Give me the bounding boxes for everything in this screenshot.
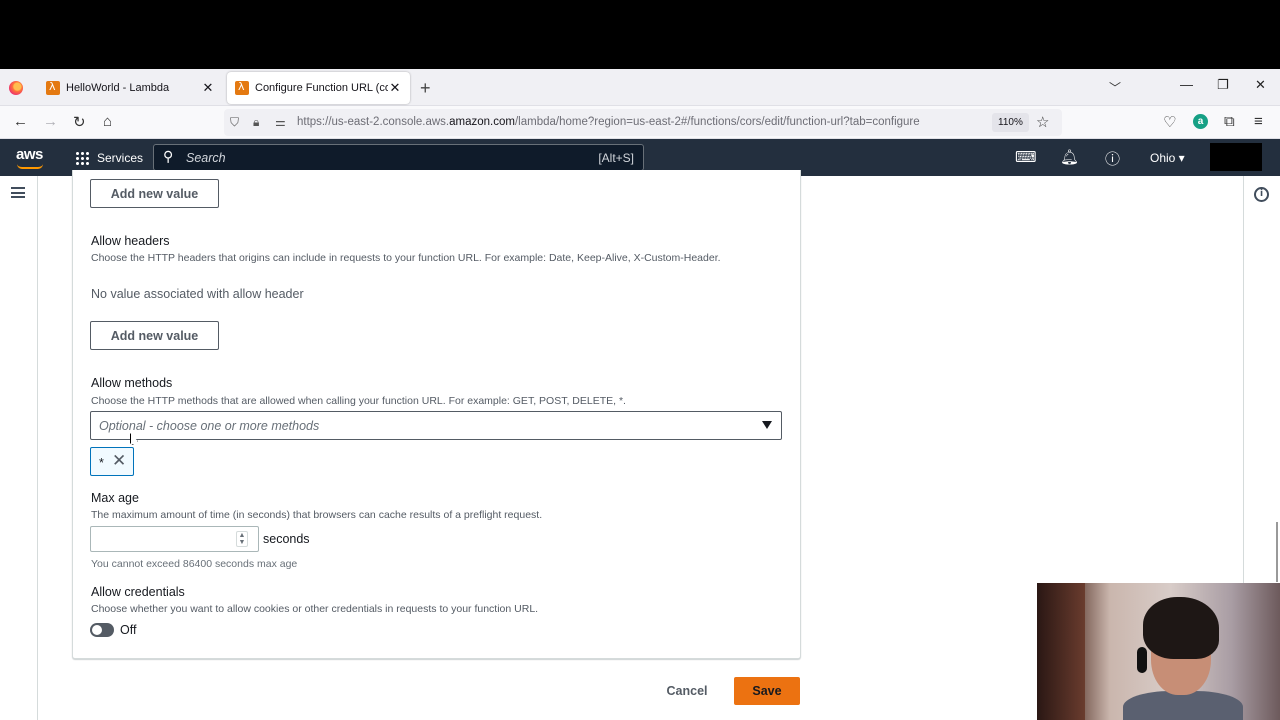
cloudshell-icon[interactable]: ⌨︎ [1015, 148, 1037, 166]
webcam-headset [1137, 647, 1147, 673]
search-shortcut: [Alt+S] [598, 151, 634, 165]
left-side-rail [0, 176, 38, 720]
pocket-icon[interactable]: ♡ [1163, 113, 1176, 131]
minimize-icon[interactable]: — [1180, 77, 1193, 92]
max-age-unit: seconds [263, 532, 310, 546]
home-icon[interactable]: ⌂ [103, 113, 112, 130]
add-header-value-button[interactable]: Add new value [90, 321, 219, 350]
webcam-person-shirt [1123, 691, 1243, 720]
bookmark-star-icon[interactable]: ☆ [1036, 113, 1049, 131]
url-text[interactable]: https://us-east-2.console.aws.amazon.com… [297, 116, 920, 128]
methods-select-placeholder: Optional - choose one or more methods [99, 419, 320, 433]
help-icon[interactable]: ⓘ [1105, 148, 1120, 169]
allow-credentials-state: Off [120, 623, 137, 637]
region-selector[interactable]: Ohio ▾ [1150, 151, 1185, 165]
methods-select[interactable]: Optional - choose one or more methods [90, 411, 782, 440]
allow-headers-empty: No value associated with allow header [91, 287, 304, 301]
address-bar[interactable]: ⛉ 🔒︎ ⚌ https://us-east-2.console.aws.ama… [224, 109, 1062, 136]
back-arrow-icon[interactable]: ← [13, 113, 28, 130]
restore-icon[interactable]: ❐ [1217, 77, 1229, 93]
extension-icon[interactable]: a [1193, 114, 1208, 129]
caret-down-icon [762, 421, 772, 429]
allow-headers-title: Allow headers [91, 234, 170, 248]
lambda-favicon-icon [235, 80, 249, 95]
max-age-input[interactable] [92, 528, 232, 550]
info-icon[interactable]: i [1254, 187, 1269, 202]
tab-title: HelloWorld - Lambda [66, 82, 170, 94]
aws-logo[interactable]: aws [16, 146, 43, 163]
tab-title: Configure Function URL (cors) - [255, 82, 388, 94]
chevron-down-icon[interactable]: ﹀ [1109, 79, 1121, 96]
top-black-bar [0, 0, 1280, 69]
scrollbar-thumb[interactable] [1276, 522, 1278, 582]
aws-search-box[interactable]: ⚲ [Alt+S] [153, 144, 644, 171]
allow-credentials-description: Choose whether you want to allow cookies… [91, 603, 539, 615]
allow-methods-title: Allow methods [91, 376, 173, 390]
search-input[interactable] [186, 151, 486, 165]
zoom-level-badge[interactable]: 110% [992, 113, 1029, 132]
aws-logo-smile [17, 164, 43, 169]
webcam-overlay [1037, 583, 1280, 720]
forward-arrow-icon[interactable]: → [43, 113, 58, 130]
window-close-icon[interactable]: ✕ [1255, 77, 1266, 93]
max-age-hint: You cannot exceed 86400 seconds max age [91, 558, 298, 570]
browser-tab-configure-function-url[interactable]: Configure Function URL (cors) - ✕ [227, 72, 410, 104]
close-icon[interactable]: ✕ [388, 80, 402, 96]
browser-tab-helloworld[interactable]: HelloWorld - Lambda ✕ [38, 72, 223, 104]
services-grid-icon[interactable] [75, 151, 89, 165]
save-button[interactable]: Save [734, 677, 800, 705]
method-token: * ✕ [90, 447, 134, 476]
allow-credentials-toggle[interactable] [90, 623, 114, 637]
permissions-icon[interactable]: ⚌ [275, 115, 286, 129]
method-token-label: * [99, 456, 104, 470]
max-age-description: The maximum amount of time (in seconds) … [91, 509, 543, 521]
notifications-bell-icon[interactable]: 🔔︎ [1060, 148, 1079, 166]
max-age-input-box[interactable]: ▲ ▼ [90, 526, 259, 552]
webcam-background-door [1037, 583, 1085, 720]
add-new-value-button[interactable]: Add new value [90, 179, 219, 208]
lock-icon[interactable]: 🔒︎ [253, 115, 259, 130]
extensions-puzzle-icon[interactable]: ⧉ [1224, 113, 1235, 130]
allow-headers-description: Choose the HTTP headers that origins can… [91, 252, 721, 264]
services-menu[interactable]: Services [97, 151, 143, 165]
max-age-title: Max age [91, 491, 139, 505]
firefox-logo-icon[interactable] [9, 81, 23, 95]
close-icon[interactable]: ✕ [201, 80, 215, 96]
search-icon: ⚲ [163, 148, 174, 164]
cancel-button[interactable]: Cancel [659, 677, 715, 705]
number-stepper-icon[interactable]: ▲ ▼ [236, 531, 248, 547]
allow-methods-description: Choose the HTTP methods that are allowed… [91, 395, 626, 407]
lambda-favicon-icon [46, 80, 60, 95]
toggle-knob [92, 625, 102, 635]
menu-icon[interactable]: ≡ [1254, 113, 1263, 130]
reload-icon[interactable]: ↻ [73, 113, 86, 131]
new-tab-plus-icon[interactable]: + [420, 78, 431, 99]
allow-credentials-title: Allow credentials [91, 585, 185, 599]
shield-icon[interactable]: ⛉ [230, 115, 239, 130]
webcam-person-hair [1143, 597, 1219, 659]
remove-token-close-icon[interactable]: ✕ [112, 451, 126, 471]
hamburger-menu-icon[interactable] [11, 187, 25, 198]
account-menu[interactable] [1210, 143, 1262, 171]
browser-tab-strip: HelloWorld - Lambda ✕ Configure Function… [0, 69, 1280, 106]
browser-nav-bar: ← → ↻ ⌂ ⛉ 🔒︎ ⚌ https://us-east-2.console… [0, 106, 1280, 139]
